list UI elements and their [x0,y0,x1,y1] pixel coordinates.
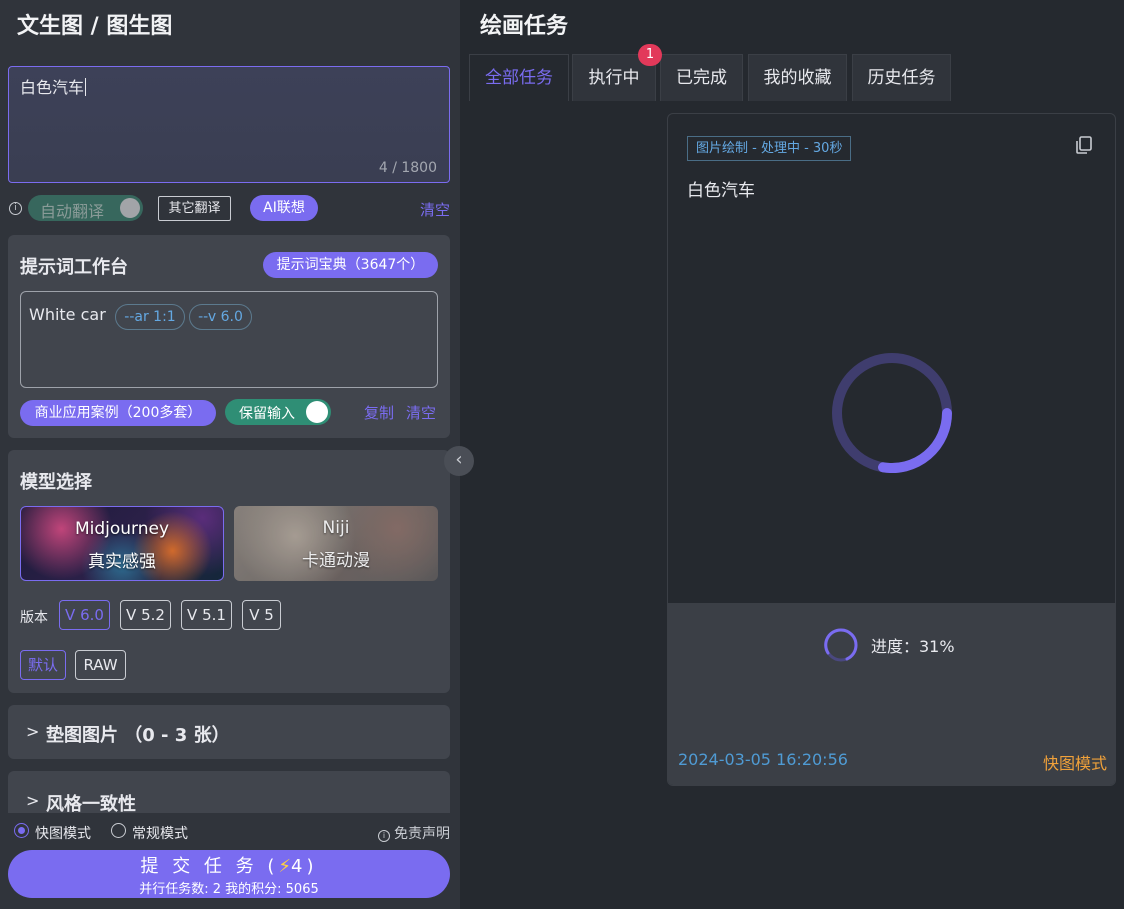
task-prompt: 白色汽车 [687,181,755,201]
translate-row: i 自动翻译 其它翻译 AI联想 清空 [8,195,450,221]
radio-fast-mode[interactable] [14,823,29,838]
keep-input-label: 保留输入 [239,406,295,422]
task-timestamp: 2024-03-05 16:20:56 [678,750,848,769]
toggle-knob [306,401,328,423]
workbench-editor[interactable]: White car --ar 1:1 --v 6.0 [20,291,438,388]
tab-favorites[interactable]: 我的收藏 [748,54,847,101]
task-card: 图片绘制 - 处理中 - 30秒 白色汽车 进度：31% 2024-03-05 … [667,113,1116,786]
toggle-knob [120,198,140,218]
tab-completed[interactable]: 已完成 [660,54,743,101]
model-card-midjourney[interactable]: Midjourney 真实感强 [20,506,224,581]
chevron-right-icon: > [26,722,40,741]
info-icon: i [378,830,390,842]
text-caret [85,78,87,96]
model-card-niji[interactable]: Niji 卡通动漫 [234,506,438,581]
auto-translate-label: 自动翻译 [40,202,105,221]
clear-prompt-link[interactable]: 清空 [420,199,450,220]
prompt-text: 白色汽车 [20,78,85,97]
version-chip[interactable]: V 6.0 [59,600,110,630]
submit-label: 提 交 任 务 ( [140,856,279,877]
clear-workbench-link[interactable]: 清空 [406,402,436,423]
prompt-workbench: 提示词工作台 提示词宝典（3647个） White car --ar 1:1 -… [8,235,450,438]
workbench-text: White car [29,305,106,324]
business-cases-button[interactable]: 商业应用案例（200多套） [20,400,216,426]
workbench-title: 提示词工作台 [20,257,128,278]
normal-mode-label[interactable]: 常规模式 [132,823,188,843]
prompt-dict-button[interactable]: 提示词宝典（3647个） [263,252,438,278]
model-title: 模型选择 [20,472,92,493]
other-translate-button[interactable]: 其它翻译 [158,196,231,221]
loading-spinner-icon [832,353,952,473]
tab-all-tasks[interactable]: 全部任务 [469,54,569,101]
pad-images-section[interactable]: > 垫图图片 （0 - 3 张） [8,705,450,759]
model-subtitle: 真实感强 [88,552,156,572]
param-tag[interactable]: --v 6.0 [189,304,252,330]
param-tag[interactable]: --ar 1:1 [115,304,185,330]
version-chip[interactable]: V 5 [242,600,281,630]
ai-assoc-button[interactable]: AI联想 [250,195,318,221]
info-icon[interactable]: i [9,202,22,215]
style-chip[interactable]: RAW [75,650,126,680]
submit-subtitle: 并行任务数: 2 我的积分: 5065 [139,882,319,897]
radio-normal-mode[interactable] [111,823,126,838]
disclaimer-link[interactable]: i 免责声明 [378,823,450,843]
submit-bar: 快图模式 常规模式 i 免责声明 提 交 任 务 (⚡4) 并行任务数: 2 我的… [0,813,460,909]
model-subtitle: 卡通动漫 [302,551,370,571]
panel-title: 文生图 / 图生图 [17,14,173,39]
copy-link[interactable]: 复制 [364,402,394,423]
task-status-tag: 图片绘制 - 处理中 - 30秒 [687,136,852,161]
model-selection: 模型选择 Midjourney 真实感强 Niji 卡通动漫 版本 V 6.0 … [8,450,450,693]
bolt-icon: ⚡ [278,856,292,877]
submit-cost: 4) [291,856,318,877]
tasks-title: 绘画任务 [480,14,569,39]
style-chip[interactable]: 默认 [20,650,66,680]
running-count-badge: 1 [638,44,662,66]
pad-images-title: 垫图图片 （0 - 3 张） [46,725,230,746]
task-mode: 快图模式 [1042,754,1107,773]
keep-input-toggle[interactable]: 保留输入 [225,399,331,425]
disclaimer-label: 免责声明 [394,826,450,842]
version-chip[interactable]: V 5.1 [181,600,232,630]
submit-task-button[interactable]: 提 交 任 务 (⚡4) 并行任务数: 2 我的积分: 5065 [8,850,450,898]
model-name: Midjourney [74,519,170,539]
chevron-right-icon: > [26,791,40,810]
model-name: Niji [322,518,350,538]
collapse-panel-icon[interactable]: ‹ [444,446,474,476]
progress-spinner-icon [824,628,858,662]
version-label: 版本 [20,610,48,626]
tab-history[interactable]: 历史任务 [852,54,951,101]
progress-area: 进度：31% 2024-03-05 16:20:56 快图模式 [668,603,1115,785]
char-count: 4 / 1800 [378,160,437,176]
copy-icon[interactable] [1075,136,1093,154]
fast-mode-label[interactable]: 快图模式 [35,823,91,843]
version-chip[interactable]: V 5.2 [120,600,171,630]
left-panel: 文生图 / 图生图 白色汽车 4 / 1800 i 自动翻译 其它翻译 AI联想… [0,0,460,909]
prompt-input[interactable]: 白色汽车 4 / 1800 [8,66,450,183]
progress-label: 进度：31% [871,637,955,656]
auto-translate-toggle[interactable]: 自动翻译 [28,195,143,221]
